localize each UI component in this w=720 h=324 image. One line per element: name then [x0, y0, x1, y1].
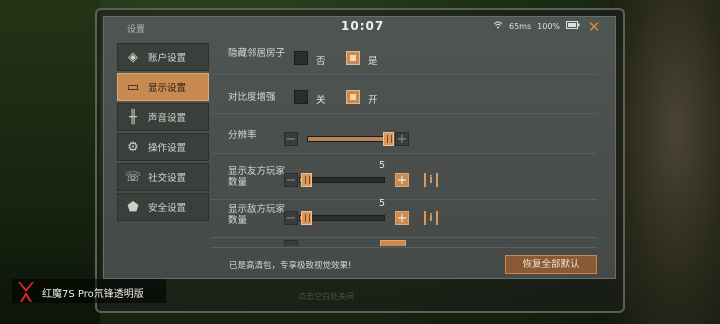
setting-label: 对比度增强 — [228, 92, 276, 103]
game-background-left — [0, 0, 100, 324]
sidebar-item-label: 社交设置 — [148, 173, 187, 184]
sidebar-item-label: 显示设置 — [148, 83, 187, 94]
partial-slider-thumb[interactable] — [380, 240, 406, 246]
red-magic-logo-icon — [16, 280, 36, 304]
ping-value: 65ms — [509, 21, 532, 31]
friend-count-slider-track[interactable] — [299, 177, 385, 183]
setting-row-enemy-count: 显示敌方玩家数量 5 − + i — [211, 198, 597, 238]
friend-count-minus-button[interactable]: − — [284, 173, 298, 187]
friend-count-value: 5 — [379, 160, 386, 171]
setting-label: 隐藏邻居房子 — [228, 48, 286, 59]
sidebar-item-sound[interactable]: ╫ 声音设置 — [117, 103, 209, 131]
footer-divider — [211, 247, 597, 248]
enemy-count-slider-thumb[interactable] — [300, 211, 312, 225]
setting-label: 显示友方玩家数量 — [228, 166, 286, 188]
close-hint: 点击空白处关闭 — [298, 292, 354, 301]
controls-icon: ⚙ — [127, 139, 139, 155]
option-label: 关 — [316, 95, 326, 106]
sidebar-item-label: 声音设置 — [148, 113, 187, 124]
panel-title: 设置 — [127, 25, 146, 35]
close-button[interactable]: ✕ — [586, 19, 602, 35]
hide-neighbor-yes-checkbox[interactable] — [346, 51, 360, 65]
sidebar-item-label: 安全设置 — [148, 203, 187, 214]
setting-row-partial — [211, 238, 597, 246]
contrast-off-checkbox[interactable] — [294, 90, 308, 104]
sidebar-item-security[interactable]: ⬟ 安全设置 — [117, 193, 209, 221]
sidebar-item-account[interactable]: ◈ 账户设置 — [117, 43, 209, 71]
enemy-count-plus-button[interactable]: + — [395, 211, 409, 225]
reset-defaults-button[interactable]: 恢复全部默认 — [505, 255, 597, 274]
friend-count-plus-button[interactable]: + — [395, 173, 409, 187]
status-indicators: 65ms 100% — [493, 21, 580, 31]
resolution-plus-button[interactable]: + — [395, 132, 409, 146]
setting-label: 显示敌方玩家数量 — [228, 204, 286, 226]
resolution-slider-thumb[interactable] — [382, 132, 394, 146]
battery-value: 100% — [537, 21, 561, 31]
option-label: 是 — [368, 56, 378, 67]
game-background-right — [610, 0, 720, 324]
setting-row-resolution: 分辨率 − + — [211, 122, 597, 154]
setting-label: 分辨率 — [228, 130, 257, 141]
sidebar-item-label: 操作设置 — [148, 143, 187, 154]
status-bar: 设置 10:07 65ms 100% ✕ — [103, 16, 616, 38]
account-icon: ◈ — [128, 49, 138, 65]
friend-count-info-button[interactable]: i — [424, 173, 438, 187]
social-icon: ☏ — [124, 169, 142, 185]
clock: 10:07 — [341, 19, 385, 33]
enemy-count-minus-button[interactable]: − — [284, 211, 298, 225]
display-settings-list[interactable]: 隐藏邻居房子 否 是 对比度增强 关 开 分辨率 − + 显示友方玩家数量 5 … — [211, 43, 597, 246]
setting-row-friend-count: 显示友方玩家数量 5 − + i — [211, 160, 597, 200]
hd-pack-message: 已是高清包，专享极致视觉效果! — [229, 261, 352, 271]
hide-neighbor-no-checkbox[interactable] — [294, 51, 308, 65]
battery-icon — [566, 21, 580, 31]
option-label: 开 — [368, 95, 378, 106]
sound-icon: ╫ — [129, 109, 137, 125]
resolution-minus-button[interactable]: − — [284, 132, 298, 146]
security-icon: ⬟ — [127, 199, 139, 215]
display-icon: ▭ — [126, 79, 140, 95]
sidebar-item-social[interactable]: ☏ 社交设置 — [117, 163, 209, 191]
partial-minus-button[interactable] — [284, 240, 298, 246]
enemy-count-info-button[interactable]: i — [424, 211, 438, 225]
friend-count-slider-thumb[interactable] — [300, 173, 312, 187]
settings-sidebar: ◈ 账户设置 ▭ 显示设置 ╫ 声音设置 ⚙ 操作设置 ☏ 社交设置 ⬟ 安全设… — [117, 43, 209, 223]
option-label: 否 — [316, 56, 326, 67]
contrast-on-checkbox[interactable] — [346, 90, 360, 104]
enemy-count-slider-track[interactable] — [299, 215, 385, 221]
branding-text: 红魔7S Pro氘锋透明版 — [42, 289, 144, 300]
sidebar-item-display[interactable]: ▭ 显示设置 — [117, 73, 209, 101]
sidebar-item-controls[interactable]: ⚙ 操作设置 — [117, 133, 209, 161]
wifi-icon — [493, 21, 503, 31]
device-branding: 红魔7S Pro氘锋透明版 — [12, 279, 166, 303]
enemy-count-value: 5 — [379, 198, 386, 209]
resolution-slider-fill — [308, 137, 387, 141]
sidebar-item-label: 账户设置 — [148, 53, 187, 64]
resolution-slider-track[interactable] — [307, 136, 392, 142]
setting-row-hide-neighbor: 隐藏邻居房子 否 是 — [211, 43, 597, 75]
setting-row-contrast: 对比度增强 关 开 — [211, 82, 597, 114]
